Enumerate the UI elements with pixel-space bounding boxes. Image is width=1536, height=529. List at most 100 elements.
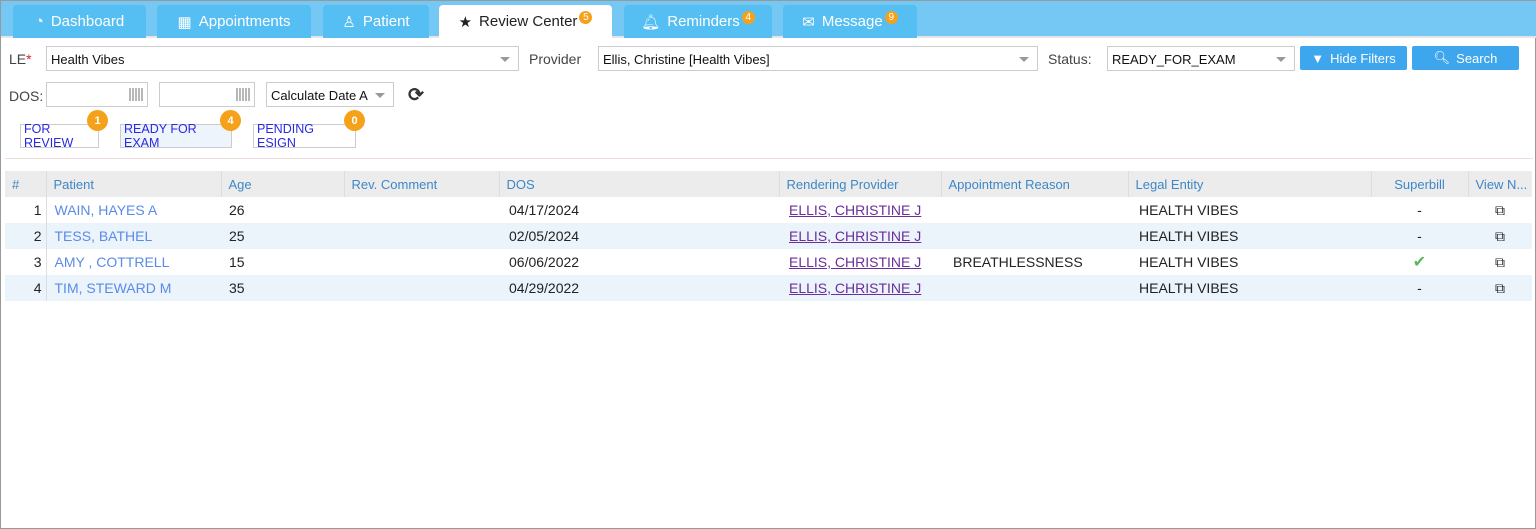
superbill-status: - (1371, 223, 1468, 249)
chevron-down-icon (1276, 57, 1286, 62)
le-label: LE* (9, 51, 32, 67)
col-rev-comment[interactable]: Rev. Comment (343, 171, 499, 197)
calculate-date-select[interactable]: Calculate Date A: (266, 82, 394, 107)
refresh-icon[interactable]: ⟳ (408, 84, 424, 107)
legal-entity: HEALTH VIBES (1128, 275, 1371, 301)
patient-link[interactable]: TESS, BATHEL (46, 223, 221, 249)
provider-link[interactable]: ELLIS, CHRISTINE J (779, 249, 941, 275)
review-table: # Patient Age Rev. Comment DOS Rendering… (5, 171, 1532, 301)
search-button[interactable]: 🔍︎ Search (1412, 46, 1519, 70)
col-number[interactable]: # (5, 171, 46, 197)
age: 15 (229, 254, 245, 270)
chevron-down-icon (500, 57, 510, 62)
divider (5, 158, 1533, 159)
table-header: # Patient Age Rev. Comment DOS Rendering… (5, 171, 1532, 197)
dos-from-input[interactable] (46, 82, 148, 107)
row-number: 2 (5, 223, 47, 249)
row-number: 3 (5, 249, 47, 275)
dos: 02/05/2024 (499, 223, 779, 249)
superbill-status: - (1371, 275, 1468, 301)
tab-bar: ◔ Dashboard ▦ Appointments ♙ Patient ★ Revie… (1, 1, 1536, 38)
external-link-icon[interactable]: ⧉ (1468, 197, 1532, 223)
provider-select[interactable]: Ellis, Christine [Health Vibes] (598, 46, 1038, 71)
hide-filters-button[interactable]: ▼ Hide Filters (1300, 46, 1407, 70)
table-row[interactable]: 1 WAIN, HAYES A 26 04/17/2024 ELLIS, CHR… (5, 197, 1532, 223)
legal-entity: HEALTH VIBES (1139, 202, 1239, 218)
appointment-reason (941, 197, 1128, 223)
table-row[interactable]: 3 AMY , COTTRELL 15 06/06/2022 ELLIS, CH… (5, 249, 1532, 275)
tab-appointments[interactable]: ▦ Appointments (157, 5, 311, 38)
external-link-icon[interactable]: ⧉ (1468, 249, 1532, 275)
tab-patient[interactable]: ♙ Patient (323, 5, 429, 38)
pending-esign-filter[interactable]: PENDING ESIGN 0 (253, 110, 365, 150)
col-legal-entity[interactable]: Legal Entity (1127, 171, 1371, 197)
legal-entity: HEALTH VIBES (1139, 254, 1239, 270)
table-row[interactable]: 2 TESS, BATHEL 25 02/05/2024 ELLIS, CHRI… (5, 223, 1532, 249)
patient-link[interactable]: TIM, STEWARD M (46, 275, 221, 301)
chevron-down-icon (1019, 57, 1029, 62)
ready-for-exam-filter[interactable]: READY FOR EXAM 4 (120, 110, 241, 150)
age: 26 (229, 202, 245, 218)
chevron-down-icon (375, 93, 385, 98)
appointment-reason: BREATHLESSNESS (953, 254, 1083, 270)
appointment-reason (941, 275, 1128, 301)
age: 25 (221, 223, 344, 249)
col-age[interactable]: Age (220, 171, 344, 197)
legal-entity: HEALTH VIBES (1128, 223, 1371, 249)
provider-label: Provider (529, 51, 582, 67)
provider-link[interactable]: ELLIS, CHRISTINE J (779, 275, 941, 301)
calendar-icon: ▦ (177, 13, 192, 31)
calendar-icon[interactable] (129, 88, 143, 101)
dos: 06/06/2022 (509, 254, 580, 270)
for-review-filter[interactable]: FOR REVIEW 1 (20, 110, 108, 150)
col-patient[interactable]: Patient (45, 171, 221, 197)
dos-to-input[interactable] (159, 82, 255, 107)
col-superbill[interactable]: Superbill (1370, 171, 1468, 197)
external-link-icon[interactable]: ⧉ (1468, 223, 1532, 249)
status-label: Status: (1048, 51, 1092, 67)
message-badge: 9 (884, 11, 898, 24)
rev-comment (344, 223, 499, 249)
user-icon: ♙ (342, 13, 356, 31)
dos: 04/17/2024 (509, 202, 580, 218)
provider-link[interactable]: ELLIS, CHRISTINE J (779, 197, 941, 223)
calendar-icon[interactable] (236, 88, 250, 101)
rev-comment (344, 275, 499, 301)
col-appointment-reason[interactable]: Appointment Reason (940, 171, 1128, 197)
filter-icon: ▼ (1311, 50, 1325, 66)
patient-link[interactable]: AMY , COTTRELL (46, 249, 221, 275)
patient-link[interactable]: WAIN, HAYES A (46, 197, 221, 223)
rev-comment (344, 249, 499, 275)
le-select[interactable]: Health Vibes (46, 46, 519, 71)
table-row[interactable]: 4 TIM, STEWARD M 35 04/29/2022 ELLIS, CH… (5, 275, 1532, 301)
dos: 04/29/2022 (499, 275, 779, 301)
tab-reminders[interactable]: 🔔︎ Reminders 4 (624, 5, 772, 38)
search-icon: 🔍︎ (1433, 50, 1451, 65)
bell-icon: 🔔︎ (641, 13, 661, 31)
row-number: 4 (5, 275, 47, 301)
count-badge: 0 (344, 110, 365, 131)
tab-dashboard[interactable]: ◔ Dashboard (13, 5, 146, 38)
tab-message[interactable]: ✉ Message 9 (783, 5, 917, 38)
count-badge: 1 (87, 110, 108, 131)
dos-label: DOS: (9, 88, 44, 104)
rev-comment (344, 197, 499, 223)
provider-link[interactable]: ELLIS, CHRISTINE J (779, 223, 941, 249)
appointment-reason (941, 223, 1128, 249)
superbill-status: - (1417, 202, 1422, 218)
row-number: 1 (5, 197, 47, 223)
reminders-badge: 4 (741, 11, 755, 24)
external-link-icon[interactable]: ⧉ (1468, 275, 1532, 301)
envelope-icon: ✉ (802, 13, 815, 31)
col-dos[interactable]: DOS (498, 171, 779, 197)
dashboard-icon: ◔ (34, 13, 44, 30)
status-select[interactable]: READY_FOR_EXAM (1107, 46, 1295, 71)
col-view-note[interactable]: View N... (1467, 171, 1532, 197)
check-icon: ✔ (1412, 254, 1427, 271)
tab-review-center[interactable]: ★ Review Center 5 (439, 5, 612, 38)
count-badge: 4 (220, 110, 241, 131)
review-badge: 5 (579, 11, 593, 24)
star-icon: ★ (458, 13, 473, 31)
col-rendering-provider[interactable]: Rendering Provider (778, 171, 941, 197)
age: 35 (221, 275, 344, 301)
